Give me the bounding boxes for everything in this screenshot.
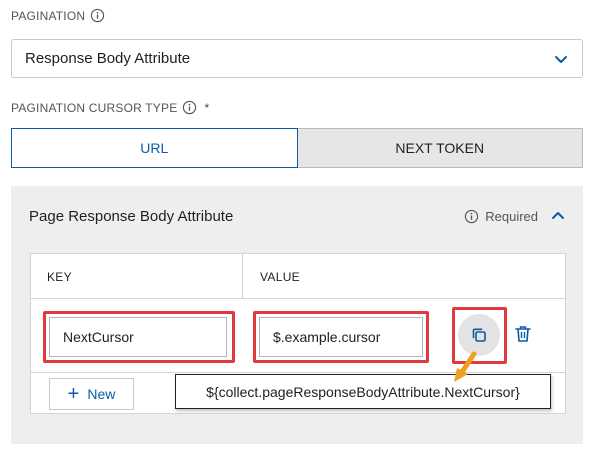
column-header-key: KEY xyxy=(47,269,72,284)
required-asterisk: * xyxy=(204,100,210,115)
chevron-down-icon xyxy=(555,56,567,63)
panel-title: Page Response Body Attribute xyxy=(29,208,234,225)
add-new-button[interactable]: + New xyxy=(49,378,134,410)
required-label: Required xyxy=(485,208,538,224)
annotation-arrow-icon xyxy=(454,351,477,382)
cursor-type-toggle: URL NEXT TOKEN xyxy=(11,128,583,168)
plus-icon: + xyxy=(67,383,80,405)
chevron-up-icon[interactable] xyxy=(550,208,566,224)
pagination-select-value: Response Body Attribute xyxy=(25,50,191,67)
info-icon xyxy=(465,209,479,223)
key-input[interactable]: NextCursor xyxy=(49,317,227,357)
pagination-select[interactable]: Response Body Attribute xyxy=(11,39,583,78)
required-indicator: Required xyxy=(464,208,566,224)
column-divider xyxy=(242,254,243,299)
trash-icon xyxy=(515,326,531,342)
info-icon[interactable] xyxy=(182,100,197,115)
info-icon[interactable] xyxy=(90,8,105,23)
add-new-label: New xyxy=(87,386,116,402)
table-header: KEY VALUE xyxy=(31,254,565,299)
copy-tooltip: ${collect.pageResponseBodyAttribute.Next… xyxy=(175,374,551,409)
pagination-label: PAGINATION xyxy=(11,8,86,23)
value-input[interactable]: $.example.cursor xyxy=(259,317,423,357)
cursor-type-label: PAGINATION CURSOR TYPE xyxy=(11,100,178,115)
pagination-label-row: PAGINATION xyxy=(11,8,105,23)
delete-row-button[interactable] xyxy=(512,323,534,345)
cursor-type-option-url[interactable]: URL xyxy=(11,128,298,168)
cursor-type-label-row: PAGINATION CURSOR TYPE * xyxy=(11,100,209,115)
column-header-value: VALUE xyxy=(260,269,300,284)
cursor-type-option-next-token[interactable]: NEXT TOKEN xyxy=(297,128,583,168)
copy-icon xyxy=(472,328,486,342)
